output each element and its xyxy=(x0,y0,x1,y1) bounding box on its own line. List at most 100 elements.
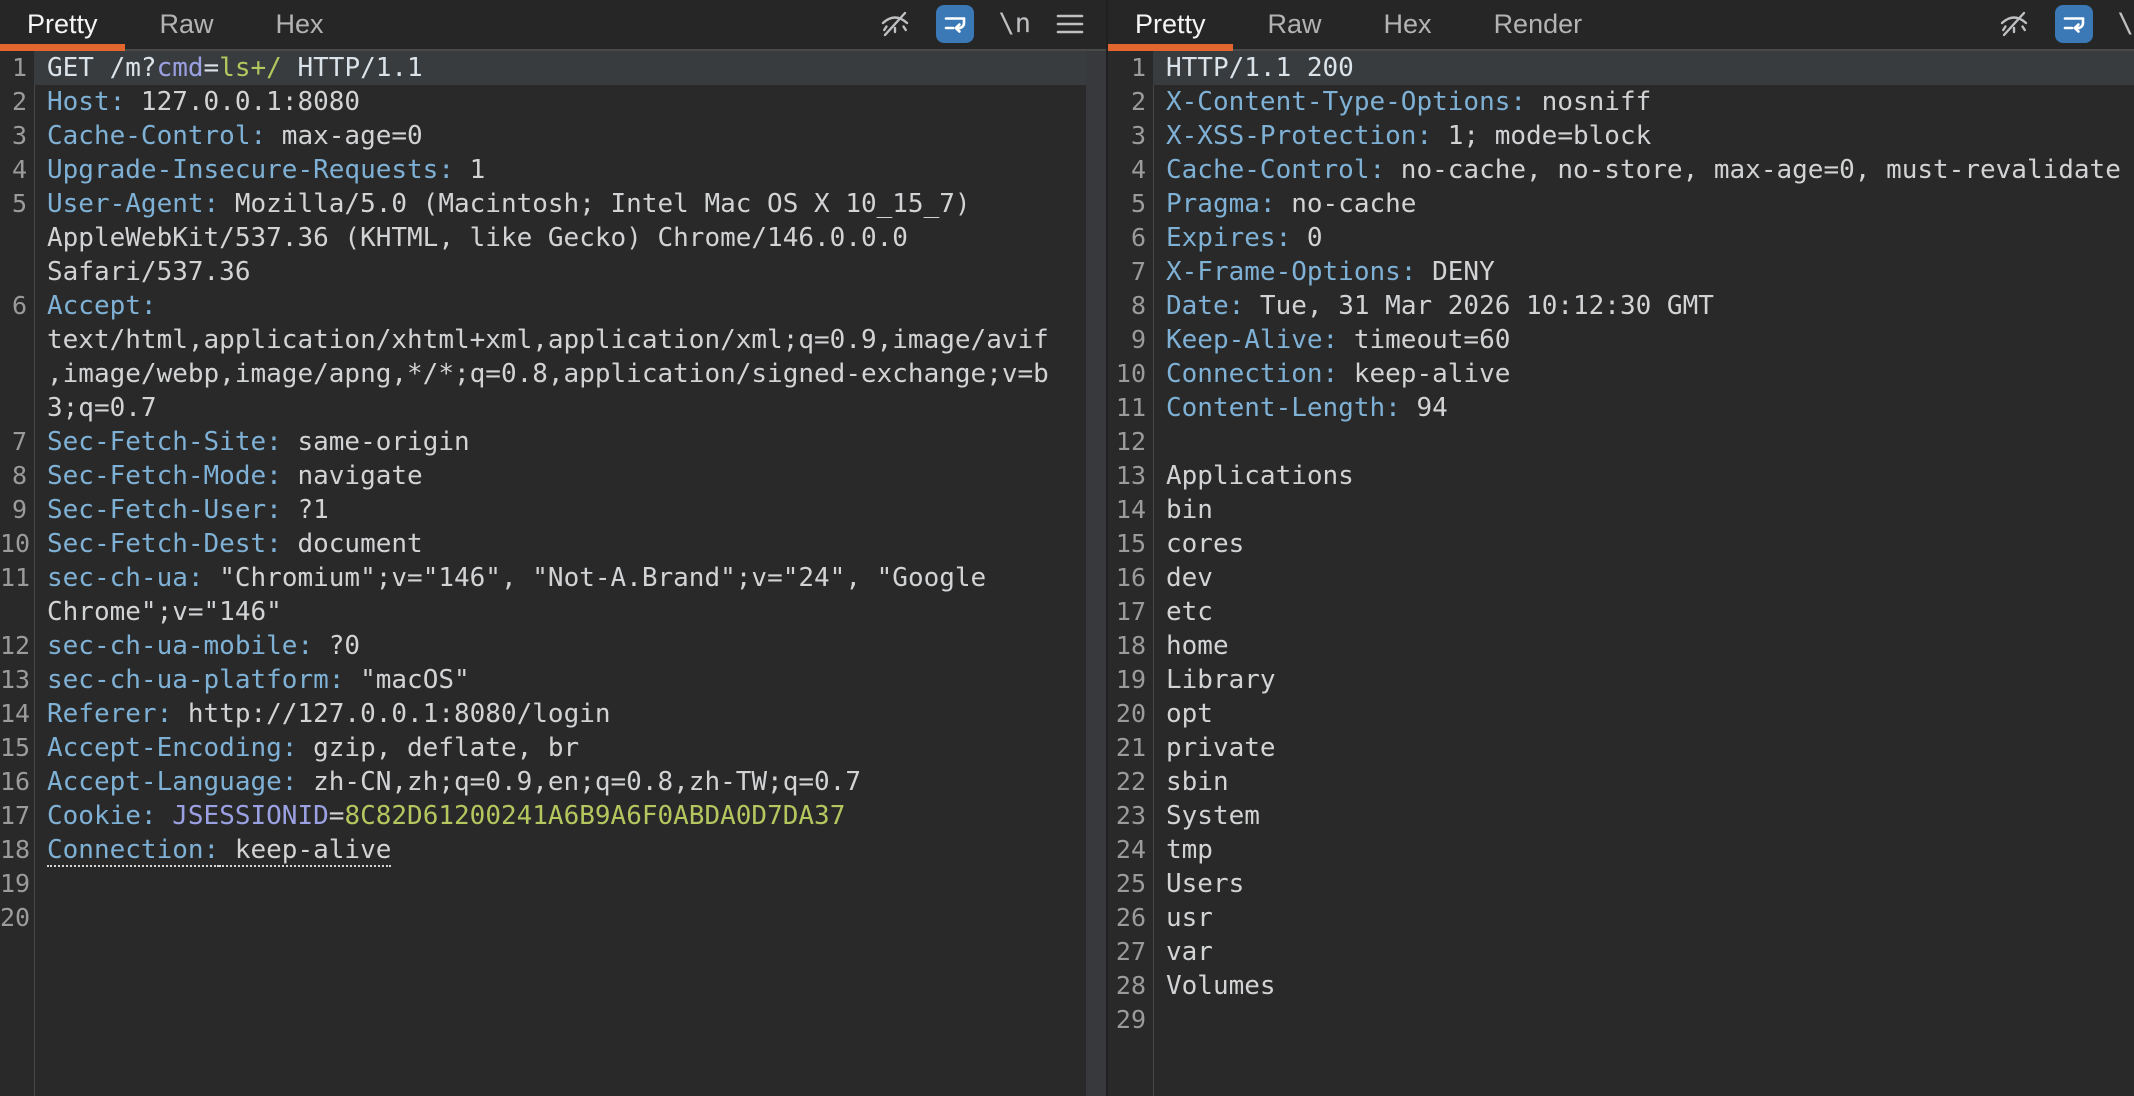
line-number: 2 xyxy=(0,85,34,119)
editor-row: 4Cache-Control: no-cache, no-store, max-… xyxy=(1108,153,2134,187)
line-content: Library xyxy=(1153,663,2134,697)
line-content: Sec-Fetch-User: ?1 xyxy=(34,493,1086,527)
editor-row: 21private xyxy=(1108,731,2134,765)
line-content: Accept-Language: zh-CN,zh;q=0.9,en;q=0.8… xyxy=(34,765,1086,799)
line-number xyxy=(0,255,34,289)
line-number: 17 xyxy=(0,799,34,833)
editor-row: 19 xyxy=(0,867,1106,901)
line-number: 16 xyxy=(0,765,34,799)
hide-nonprintables-eye-slash-icon[interactable] xyxy=(1997,7,2031,41)
line-content: etc xyxy=(1153,595,2134,629)
hide-nonprintables-eye-slash-icon[interactable] xyxy=(878,7,912,41)
line-number: 22 xyxy=(1108,765,1153,799)
tab-render[interactable]: Render xyxy=(1467,0,1610,49)
line-number: 2 xyxy=(1108,85,1153,119)
line-number: 19 xyxy=(0,867,34,901)
editor-row: 23System xyxy=(1108,799,2134,833)
line-number xyxy=(0,221,34,255)
editor-row: 1GET /m?cmd=ls+/ HTTP/1.1 xyxy=(0,51,1106,85)
word-wrap-icon[interactable] xyxy=(936,5,974,43)
word-wrap-icon[interactable] xyxy=(2055,5,2093,43)
response-rows: 1HTTP/1.1 2002X-Content-Type-Options: no… xyxy=(1108,51,2134,1096)
line-content: sec-ch-ua-platform: "macOS" xyxy=(34,663,1086,697)
tab-hex[interactable]: Hex xyxy=(1357,0,1459,49)
line-number: 11 xyxy=(0,561,34,595)
line-content: Referer: http://127.0.0.1:8080/login xyxy=(34,697,1086,731)
tab-raw[interactable]: Raw xyxy=(133,0,241,49)
editor-row: Chrome";v="146" xyxy=(0,595,1106,629)
line-content: Sec-Fetch-Dest: document xyxy=(34,527,1086,561)
line-content: Keep-Alive: timeout=60 xyxy=(1153,323,2134,357)
editor-row: 18home xyxy=(1108,629,2134,663)
line-content xyxy=(1153,425,2134,459)
tab-raw[interactable]: Raw xyxy=(1241,0,1349,49)
editor-row: 20opt xyxy=(1108,697,2134,731)
line-number: 6 xyxy=(0,289,34,323)
line-content: Expires: 0 xyxy=(1153,221,2134,255)
line-content: usr xyxy=(1153,901,2134,935)
editor-row: 28Volumes xyxy=(1108,969,2134,1003)
request-scrollbar[interactable] xyxy=(1086,51,1106,1096)
editor-row: 25Users xyxy=(1108,867,2134,901)
newline-icon[interactable]: \n xyxy=(998,8,1031,39)
line-content: tmp xyxy=(1153,833,2134,867)
editor-row: 2X-Content-Type-Options: nosniff xyxy=(1108,85,2134,119)
line-content: Upgrade-Insecure-Requests: 1 xyxy=(34,153,1086,187)
line-number: 20 xyxy=(0,901,34,935)
line-content: GET /m?cmd=ls+/ HTTP/1.1 xyxy=(34,51,1086,85)
line-content: dev xyxy=(1153,561,2134,595)
editor-row: 16Accept-Language: zh-CN,zh;q=0.9,en;q=0… xyxy=(0,765,1106,799)
line-content: text/html,application/xhtml+xml,applicat… xyxy=(34,323,1086,357)
line-content: ,image/webp,image/apng,*/*;q=0.8,applica… xyxy=(34,357,1086,391)
line-number: 13 xyxy=(0,663,34,697)
request-editor[interactable]: 1GET /m?cmd=ls+/ HTTP/1.12Host: 127.0.0.… xyxy=(0,51,1106,1096)
editor-row: 24tmp xyxy=(1108,833,2134,867)
line-number: 20 xyxy=(1108,697,1153,731)
editor-row: 8Sec-Fetch-Mode: navigate xyxy=(0,459,1106,493)
newline-icon[interactable]: \n xyxy=(2117,8,2134,39)
line-number: 13 xyxy=(1108,459,1153,493)
menu-hamburger-icon[interactable] xyxy=(1055,11,1085,37)
line-content: Applications xyxy=(1153,459,2134,493)
line-content: opt xyxy=(1153,697,2134,731)
line-content: sec-ch-ua: "Chromium";v="146", "Not-A.Br… xyxy=(34,561,1086,595)
line-content: Chrome";v="146" xyxy=(34,595,1086,629)
editor-row: 7Sec-Fetch-Site: same-origin xyxy=(0,425,1106,459)
line-number: 28 xyxy=(1108,969,1153,1003)
line-number: 16 xyxy=(1108,561,1153,595)
line-number: 15 xyxy=(1108,527,1153,561)
line-content: sbin xyxy=(1153,765,2134,799)
tab-pretty[interactable]: Pretty xyxy=(1108,0,1233,49)
editor-row: 22sbin xyxy=(1108,765,2134,799)
line-number: 11 xyxy=(1108,391,1153,425)
response-editor[interactable]: 1HTTP/1.1 2002X-Content-Type-Options: no… xyxy=(1108,51,2134,1096)
editor-row: 3X-XSS-Protection: 1; mode=block xyxy=(1108,119,2134,153)
editor-row: 20 xyxy=(0,901,1106,935)
line-content: X-XSS-Protection: 1; mode=block xyxy=(1153,119,2134,153)
tab-hex[interactable]: Hex xyxy=(249,0,351,49)
editor-row: 15cores xyxy=(1108,527,2134,561)
line-number: 17 xyxy=(1108,595,1153,629)
editor-row: 5User-Agent: Mozilla/5.0 (Macintosh; Int… xyxy=(0,187,1106,221)
request-toolbar: \n xyxy=(878,0,1085,47)
editor-row: 6Accept: xyxy=(0,289,1106,323)
editor-row: 13sec-ch-ua-platform: "macOS" xyxy=(0,663,1106,697)
request-tabs: PrettyRawHex xyxy=(0,0,359,49)
line-content: Host: 127.0.0.1:8080 xyxy=(34,85,1086,119)
line-number: 9 xyxy=(1108,323,1153,357)
line-number: 29 xyxy=(1108,1003,1153,1037)
editor-row: 10Connection: keep-alive xyxy=(1108,357,2134,391)
line-content: Accept: xyxy=(34,289,1086,323)
tab-pretty[interactable]: Pretty xyxy=(0,0,125,49)
line-content: X-Content-Type-Options: nosniff xyxy=(1153,85,2134,119)
line-number: 18 xyxy=(1108,629,1153,663)
line-content xyxy=(34,867,1086,901)
line-content: Cache-Control: no-cache, no-store, max-a… xyxy=(1153,153,2134,187)
line-number: 25 xyxy=(1108,867,1153,901)
editor-row: 12 xyxy=(1108,425,2134,459)
editor-row: 1HTTP/1.1 200 xyxy=(1108,51,2134,85)
line-content: var xyxy=(1153,935,2134,969)
line-number: 15 xyxy=(0,731,34,765)
editor-row: 27var xyxy=(1108,935,2134,969)
line-content: sec-ch-ua-mobile: ?0 xyxy=(34,629,1086,663)
